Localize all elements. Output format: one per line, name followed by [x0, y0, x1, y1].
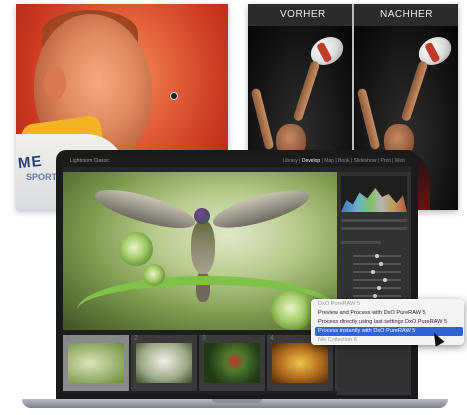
- lightroom-window: Lightroom Classic Library | Develop | Ma…: [63, 157, 411, 395]
- bird-wing-left: [91, 182, 199, 236]
- module-develop[interactable]: Develop: [302, 158, 320, 164]
- thumb-image: [68, 343, 124, 383]
- shirt-text: ME: [17, 152, 44, 173]
- player-arm: [356, 87, 381, 151]
- thumb-image: [136, 343, 192, 383]
- histogram: [341, 176, 407, 212]
- develop-slider[interactable]: [353, 254, 401, 258]
- thumb-image: [272, 343, 328, 383]
- thumb-image: [204, 343, 260, 383]
- develop-slider[interactable]: [353, 262, 401, 266]
- pointer-dot-icon: [170, 92, 178, 100]
- thumb-number: 2: [134, 335, 138, 342]
- filmstrip-thumb[interactable]: 2: [131, 335, 197, 391]
- portrait-ear: [44, 66, 66, 100]
- bird-body: [191, 220, 215, 274]
- develop-slider[interactable]: [353, 286, 401, 290]
- filmstrip-thumb[interactable]: 3: [199, 335, 265, 391]
- panel-section-header[interactable]: [341, 241, 381, 244]
- module-web[interactable]: Web: [395, 158, 405, 164]
- before-label: VORHER: [280, 9, 326, 20]
- thumb-number: 3: [202, 335, 206, 342]
- bird-head: [194, 208, 210, 224]
- menu-item-process-last-settings[interactable]: Process directly using last settings DxO…: [315, 318, 463, 327]
- module-book[interactable]: Book: [338, 158, 349, 164]
- develop-slider[interactable]: [353, 294, 401, 298]
- module-map[interactable]: Map: [324, 158, 334, 164]
- module-picker: Library | Develop | Map | Book | Slidesh…: [282, 158, 405, 164]
- laptop-notch: [212, 399, 262, 403]
- menu-item-preview-process[interactable]: Preview and Process with DxO PureRAW 5: [315, 309, 463, 318]
- after-label: NACHHER: [380, 9, 433, 20]
- player-arm: [292, 60, 321, 122]
- module-library[interactable]: Library: [282, 158, 297, 164]
- filmstrip-thumb[interactable]: 1: [63, 335, 129, 391]
- fern-curl: [119, 232, 153, 266]
- panel-tools-row[interactable]: [341, 219, 407, 222]
- main-preview-image[interactable]: [63, 172, 337, 330]
- bird-wing-right: [209, 182, 313, 236]
- app-brand: Lightroom Classic: [70, 158, 110, 164]
- menu-header: DxO PureRAW 5: [318, 301, 361, 307]
- thumb-number: 4: [270, 335, 274, 342]
- module-slideshow[interactable]: Slideshow: [354, 158, 377, 164]
- develop-slider[interactable]: [353, 278, 401, 282]
- player-arm: [400, 60, 429, 122]
- thumb-number: 1: [66, 335, 70, 342]
- fern-curl: [143, 264, 165, 286]
- fern-curl: [271, 290, 315, 330]
- develop-slider[interactable]: [353, 270, 401, 274]
- module-print[interactable]: Print: [380, 158, 390, 164]
- player-arm: [250, 87, 275, 151]
- panel-tools-row[interactable]: [341, 227, 407, 230]
